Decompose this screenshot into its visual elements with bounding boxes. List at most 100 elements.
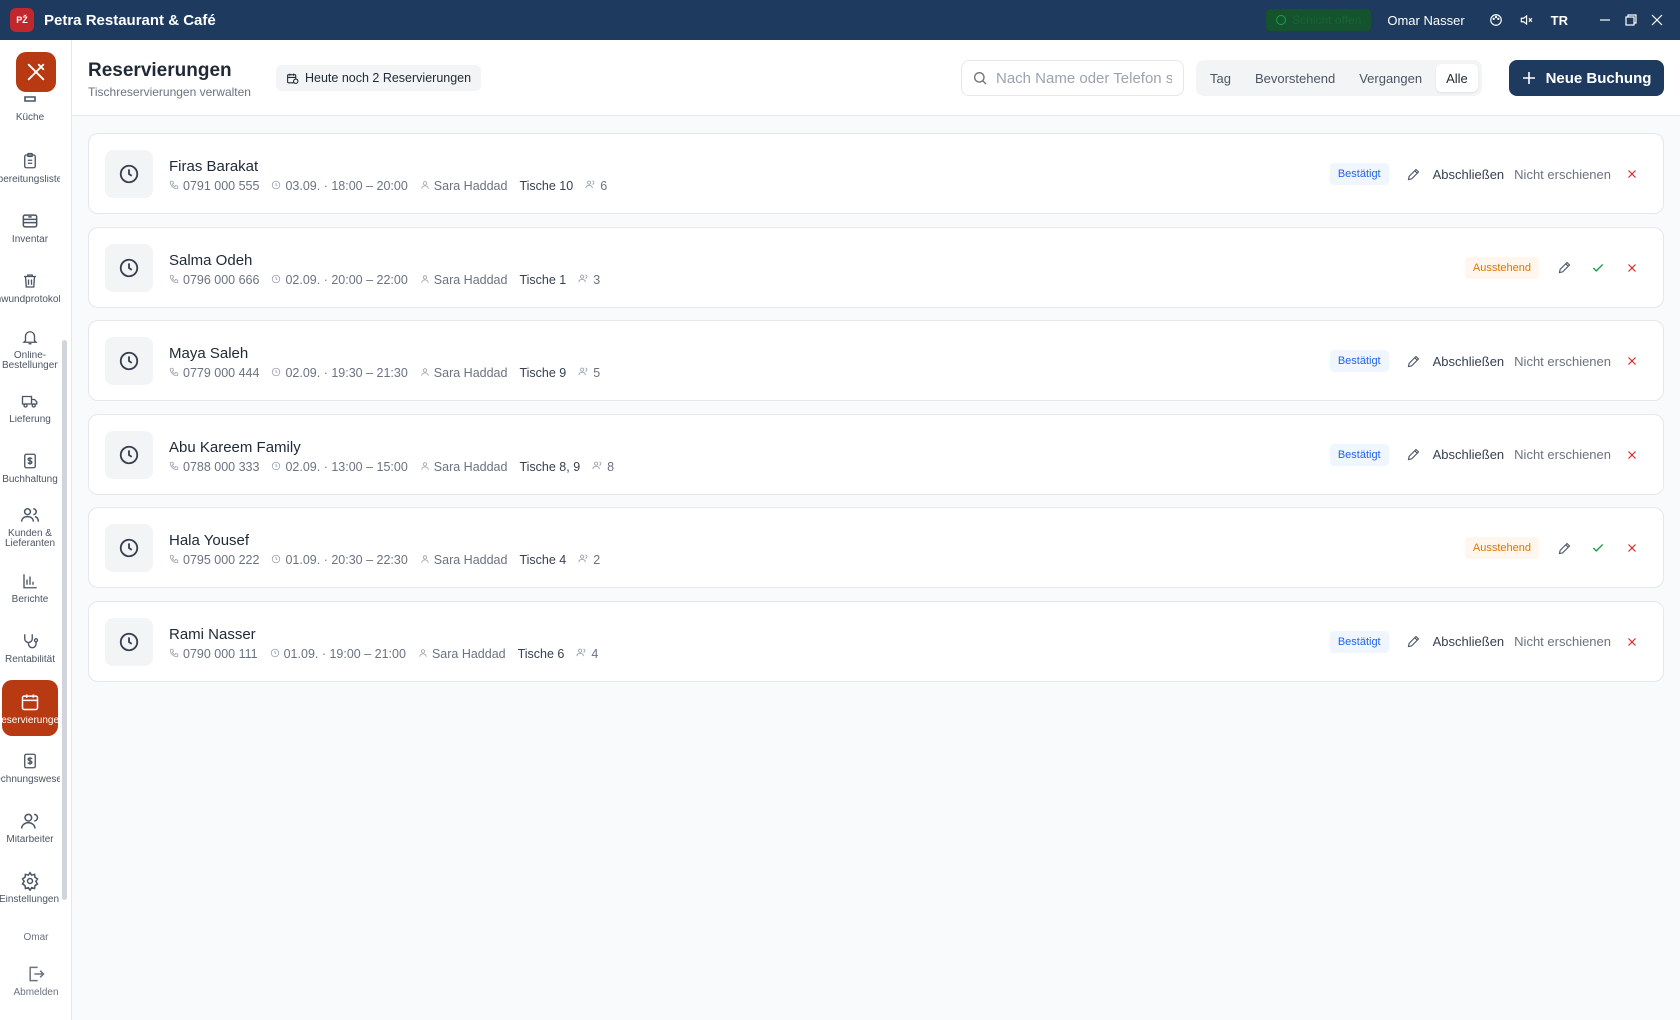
reservation-time: 02.09. · 20:00 – 22:00	[285, 272, 408, 287]
no-show-button[interactable]: Nicht erschienen	[1514, 167, 1611, 182]
guest-phone: 0788 000 333	[183, 459, 260, 474]
page-title: Reservierungen	[88, 60, 232, 81]
today-reservations-label: Heute noch 2 Reservierungen	[305, 71, 472, 85]
sidebar-item-kueche[interactable]: Küche	[0, 88, 60, 123]
guest-count: 2	[593, 553, 601, 568]
title-bar: PŽ Petra Restaurant & Café Schicht offen…	[0, 0, 1680, 40]
cancel-icon[interactable]	[1617, 162, 1647, 186]
guest-count: 5	[593, 366, 601, 381]
sidebar-item-reservierungen[interactable]: Reservierungen	[2, 680, 58, 736]
sidebar-scrollbar[interactable]	[62, 340, 67, 900]
edit-icon[interactable]	[1399, 162, 1429, 186]
cancel-icon[interactable]	[1617, 443, 1647, 467]
restore-icon[interactable]	[1618, 7, 1644, 33]
sidebar-item-mitarbeiter[interactable]: Mitarbeiter	[0, 810, 60, 845]
plus-icon	[1522, 72, 1535, 84]
mute-icon[interactable]	[1513, 7, 1539, 33]
cancel-icon[interactable]	[1617, 256, 1647, 280]
edit-icon[interactable]	[1399, 443, 1429, 467]
no-show-button[interactable]: Nicht erschienen	[1514, 354, 1611, 369]
close-icon[interactable]	[1644, 7, 1670, 33]
clock-icon	[1276, 15, 1287, 25]
logout-button[interactable]: Abmelden	[0, 964, 72, 998]
no-show-button[interactable]: Nicht erschienen	[1514, 447, 1611, 462]
reservation-meta: 0790 000 111 01.09. · 19:00 – 21:00 Sara…	[169, 647, 604, 661]
search-icon	[974, 72, 987, 85]
sidebar-item-schwundprotokoll[interactable]: Schwundprotokoll	[0, 270, 60, 305]
sidebar-item-einstellungen[interactable]: Einstellungen	[0, 870, 60, 905]
status-badge: Ausstehend	[1464, 537, 1539, 560]
phone-icon	[169, 179, 179, 193]
cancel-icon[interactable]	[1617, 536, 1647, 560]
time-icon	[271, 553, 281, 567]
complete-button[interactable]: Abschließen	[1433, 354, 1505, 369]
sidebar-item-inventar[interactable]: Inventar	[0, 210, 60, 245]
reservation-actions: Bestätigt Abschließen Nicht erschienen	[1329, 349, 1647, 373]
clipboard-icon	[21, 150, 39, 172]
tab-alle[interactable]: Alle	[1436, 64, 1478, 92]
sidebar-user-name: Omar	[23, 932, 49, 943]
guest-phone: 0795 000 222	[183, 553, 260, 568]
sidebar-item-buchhaltung[interactable]: Buchhaltung	[0, 450, 60, 485]
staff-icon	[418, 647, 428, 661]
sidebar-item-label: Mitarbeiter	[6, 835, 54, 845]
sidebar-item-online-bestellungen[interactable]: Online-Bestellungen	[0, 326, 60, 371]
confirm-icon[interactable]	[1583, 256, 1613, 280]
status-badge: Bestätigt	[1329, 630, 1389, 653]
complete-button[interactable]: Abschließen	[1433, 634, 1505, 649]
shift-status-badge[interactable]: Schicht offen	[1266, 9, 1372, 31]
staff-name: Sara Haddad	[433, 459, 508, 474]
tab-tag[interactable]: Tag	[1200, 64, 1241, 92]
status-badge: Bestätigt	[1329, 350, 1389, 373]
sidebar-item-lieferung[interactable]: Lieferung	[0, 390, 60, 425]
sidebar-item-rentabilitaet[interactable]: Rentabilität	[0, 630, 60, 665]
sidebar-item-zubereitungsliste[interactable]: Zubereitungsliste	[0, 150, 60, 185]
edit-icon[interactable]	[1549, 256, 1579, 280]
gear-icon	[20, 870, 40, 892]
reservation-card[interactable]: Maya Saleh 0779 000 444 02.09. · 19:30 –…	[88, 320, 1664, 402]
edit-icon[interactable]	[1399, 349, 1429, 373]
cancel-icon[interactable]	[1617, 349, 1647, 373]
table-numbers: Tische 1	[519, 272, 567, 287]
complete-button[interactable]: Abschließen	[1433, 447, 1505, 462]
edit-icon[interactable]	[1399, 630, 1429, 654]
restaurant-logo-icon[interactable]	[16, 52, 56, 92]
search-input[interactable]	[996, 69, 1172, 87]
staff-icon	[420, 553, 430, 567]
staff-name: Sara Haddad	[433, 179, 508, 193]
tab-vergangen[interactable]: Vergangen	[1349, 64, 1432, 92]
reservation-card[interactable]: Abu Kareem Family 0788 000 333 02.09. · …	[88, 413, 1664, 495]
no-show-button[interactable]: Nicht erschienen	[1514, 634, 1611, 649]
reservation-meta: 0779 000 444 02.09. · 19:30 – 21:30 Sara…	[169, 366, 606, 380]
reservation-card[interactable]: Rami Nasser 0790 000 111 01.09. · 19:00 …	[88, 600, 1664, 682]
clock-icon	[105, 243, 153, 292]
staff-name: Sara Haddad	[433, 553, 508, 568]
sidebar-item-kunden-lieferanten[interactable]: Kunden & Lieferanten	[0, 504, 60, 549]
tab-bevorstehend[interactable]: Bevorstehend	[1245, 64, 1345, 92]
reservation-card[interactable]: Hala Yousef 0795 000 222 01.09. · 20:30 …	[88, 507, 1664, 589]
page-header: Reservierungen Tischreservierungen verwa…	[72, 40, 1680, 116]
table-numbers: Tische 4	[519, 553, 567, 568]
staff-icon	[420, 366, 430, 380]
phone-icon	[169, 460, 179, 474]
reservation-card[interactable]: Firas Barakat 0791 000 555 03.09. · 18:0…	[88, 133, 1664, 214]
dollar-doc-icon	[21, 750, 39, 772]
reservation-actions: Bestätigt Abschließen Nicht erschienen	[1329, 630, 1647, 654]
edit-icon[interactable]	[1549, 536, 1579, 560]
cancel-icon[interactable]	[1617, 630, 1647, 654]
minimize-icon[interactable]	[1592, 7, 1618, 33]
reservation-time: 01.09. · 20:30 – 22:30	[285, 553, 408, 568]
reservation-meta: 0796 000 666 02.09. · 20:00 – 22:00 Sara…	[169, 273, 606, 287]
new-booking-button[interactable]: Neue Buchung	[1509, 60, 1664, 96]
language-switch[interactable]: TR	[1551, 13, 1568, 28]
time-icon	[271, 179, 281, 193]
sidebar-item-rechnungswesen[interactable]: Rechnungswesen	[0, 750, 60, 785]
palette-icon[interactable]	[1483, 7, 1509, 33]
confirm-icon[interactable]	[1583, 536, 1613, 560]
complete-button[interactable]: Abschließen	[1433, 167, 1505, 182]
reservation-card[interactable]: Salma Odeh 0796 000 666 02.09. · 20:00 –…	[88, 226, 1664, 308]
search-box[interactable]	[961, 60, 1184, 96]
status-badge: Ausstehend	[1464, 256, 1539, 279]
sidebar-item-berichte[interactable]: Berichte	[0, 570, 60, 605]
staff-icon	[420, 273, 430, 287]
